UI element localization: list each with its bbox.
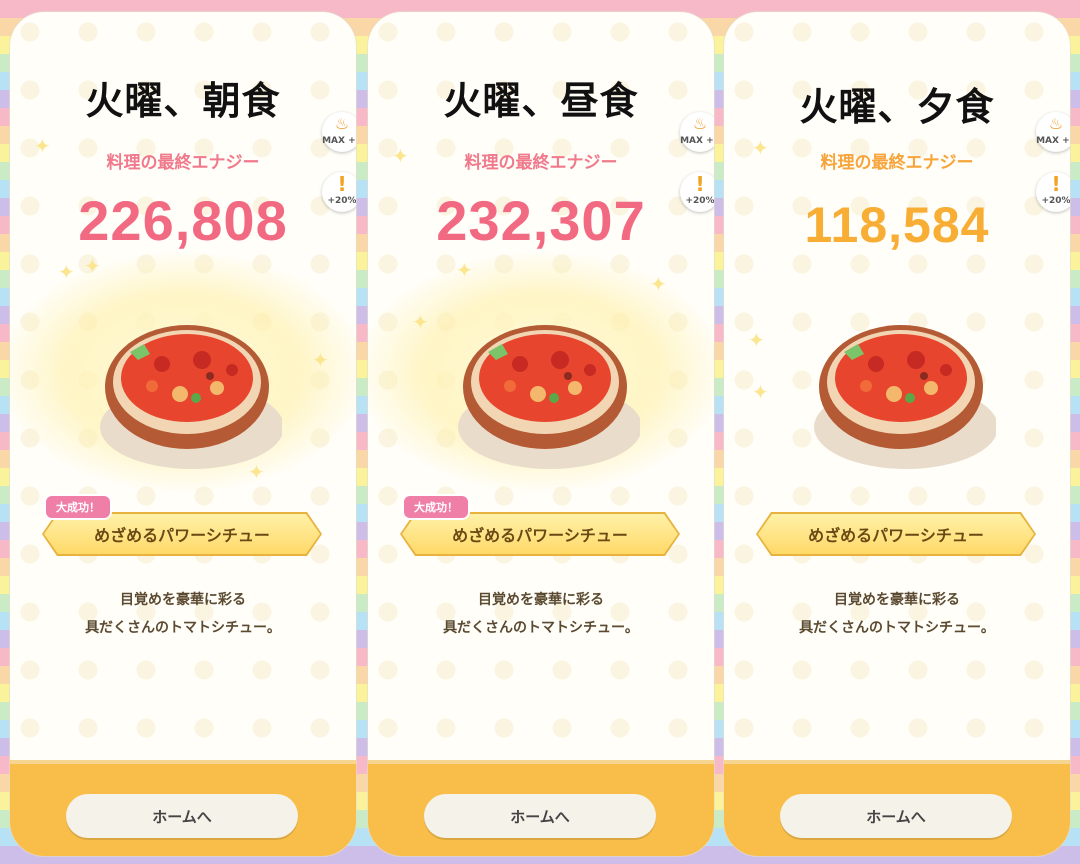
footer-bar: ホームへ: [10, 760, 356, 856]
sparkle-icon: ✦: [248, 460, 265, 484]
meal-title: 火曜、昼食: [443, 79, 639, 123]
result-panel-dinner: 火曜、夕食 ♨ MAX +3 ! +20% ✦ 料理の最終エナジー 118,58…: [724, 12, 1070, 856]
sparkle-icon: ✦: [752, 380, 769, 404]
stew-dish-image: [100, 325, 282, 469]
pot-bonus-badge[interactable]: ♨ MAX +3: [680, 112, 714, 152]
dish-name-banner: めざめるパワーシチュー: [44, 514, 320, 554]
energy-value: 226,808: [78, 189, 288, 252]
dish-description: 目覚めを豪華に彩る 具だくさんのトマトシチュー。: [443, 592, 639, 636]
sparkle-icon: ✦: [312, 348, 329, 372]
sparkle-icon: ✦: [58, 260, 75, 284]
meal-title: 火曜、夕食: [799, 85, 995, 129]
energy-label: 料理の最終エナジー: [106, 153, 260, 173]
footer-bar: ホームへ: [368, 760, 714, 856]
great-success-tag: 大成功！: [44, 494, 112, 520]
pot-icon: ♨: [692, 114, 708, 133]
home-button[interactable]: ホームへ: [780, 794, 1012, 838]
result-panel-breakfast: 火曜、朝食 ♨ MAX +3 ! +20% ✦ 料理の最終エナジー 226,80…: [10, 12, 356, 856]
pot-icon: ♨: [334, 114, 350, 133]
home-button[interactable]: ホームへ: [424, 794, 656, 838]
great-success-tag: 大成功！: [402, 494, 470, 520]
pot-icon: ♨: [1048, 114, 1064, 133]
energy-value: 118,584: [804, 197, 990, 253]
stew-dish-image: [814, 325, 996, 469]
meal-title: 火曜、朝食: [85, 79, 281, 123]
footer-bar: ホームへ: [724, 760, 1070, 856]
energy-label: 料理の最終エナジー: [820, 153, 974, 173]
stew-dish-image: [458, 325, 640, 469]
exclamation-icon: !: [1051, 172, 1061, 196]
home-button[interactable]: ホームへ: [66, 794, 298, 838]
pot-bonus-badge[interactable]: ♨ MAX +3: [1036, 112, 1070, 152]
dish-description: 目覚めを豪華に彩る 具だくさんのトマトシチュー。: [799, 592, 995, 636]
dish-description: 目覚めを豪華に彩る 具だくさんのトマトシチュー。: [85, 592, 281, 636]
sparkle-icon: ✦: [84, 254, 101, 278]
energy-value: 232,307: [436, 189, 646, 252]
sparkle-icon: ✦: [412, 310, 429, 334]
result-panel-lunch: 火曜、昼食 ♨ MAX +3 ! +20% ✦ 料理の最終エナジー 232,30…: [368, 12, 714, 856]
sparkle-icon: ✦: [456, 258, 473, 282]
pot-bonus-badge[interactable]: ♨ MAX +3: [322, 112, 356, 152]
energy-label: 料理の最終エナジー: [464, 153, 618, 173]
dish-name-banner: めざめるパワーシチュー: [402, 514, 678, 554]
sparkle-icon: ✦: [748, 328, 765, 352]
dish-name-banner: めざめるパワーシチュー: [758, 514, 1034, 554]
sparkle-icon: ✦: [650, 272, 667, 296]
